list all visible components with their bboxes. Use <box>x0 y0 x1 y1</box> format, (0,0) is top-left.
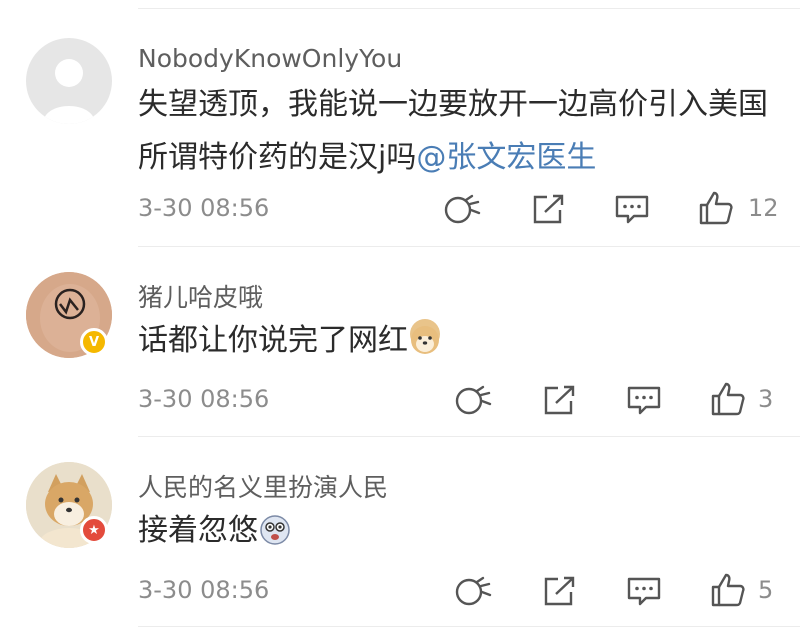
like-icon[interactable] <box>710 381 746 417</box>
divider <box>138 246 800 247</box>
verified-badge-icon: V <box>80 328 108 356</box>
doge-emoji-icon <box>410 319 440 354</box>
forward-icon[interactable] <box>543 575 577 607</box>
username[interactable]: 人民的名义里扮演人民 <box>138 468 388 504</box>
reply-icon[interactable] <box>626 385 662 415</box>
forward-icon[interactable] <box>532 193 566 225</box>
divider <box>138 8 800 9</box>
dizzy-face-emoji-icon <box>260 509 290 545</box>
divider <box>138 436 800 437</box>
comment-text: 失望透顶，我能说一边要放开一边高价引入美国所谓特价药的是汉j吗@张文宏医生 <box>138 87 768 175</box>
avatar[interactable] <box>26 38 112 124</box>
reply-icon[interactable] <box>626 576 662 606</box>
forward-icon[interactable] <box>543 384 577 416</box>
reply-icon[interactable] <box>614 194 650 224</box>
member-badge-icon: ★ <box>80 516 108 544</box>
like-icon[interactable] <box>698 190 734 226</box>
like-count: 3 <box>758 385 774 413</box>
timestamp: 3-30 08:56 <box>138 576 270 604</box>
comment-text: 接着忽悠 <box>138 504 776 557</box>
mention-link[interactable]: @张文宏医生 <box>416 140 596 175</box>
username[interactable]: 猪儿哈皮哦 <box>138 278 263 314</box>
share-icon[interactable] <box>444 192 486 226</box>
share-icon[interactable] <box>455 383 497 417</box>
like-icon[interactable] <box>710 572 746 608</box>
username[interactable]: NobodyKnowOnlyYou <box>138 44 402 73</box>
timestamp: 3-30 08:56 <box>138 194 270 222</box>
comment-text: 话都让你说完了网红 <box>138 314 776 367</box>
divider <box>138 626 800 627</box>
timestamp: 3-30 08:56 <box>138 385 270 413</box>
share-icon[interactable] <box>455 574 497 608</box>
like-count: 5 <box>758 576 774 604</box>
like-count: 12 <box>748 194 779 222</box>
